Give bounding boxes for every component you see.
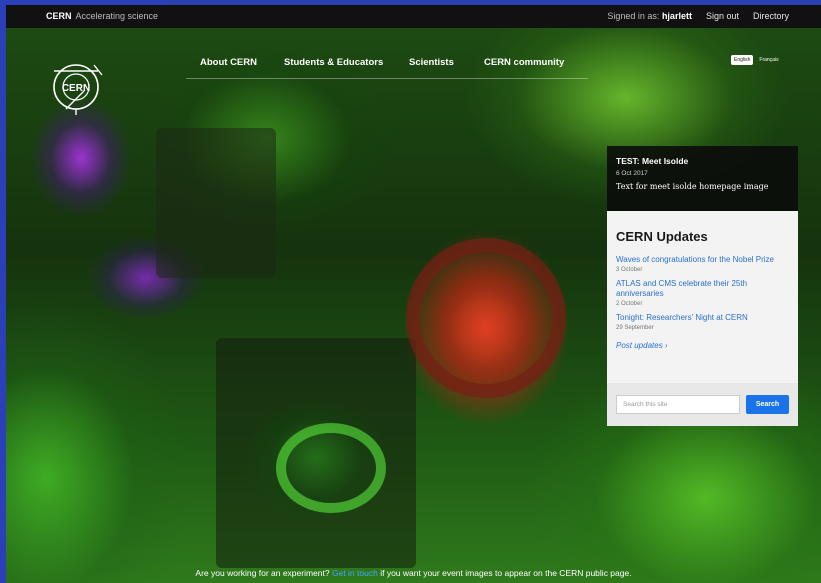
update-date: 2 October	[616, 301, 643, 307]
update-link[interactable]: ATLAS and CMS celebrate their 25th anniv…	[616, 279, 789, 299]
teaser-title[interactable]: TEST: Meet Isolde	[616, 156, 789, 166]
main-nav: About CERN Students & Educators Scientis…	[186, 57, 588, 79]
cern-logo-icon[interactable]: CERN	[46, 57, 108, 119]
updates-heading: CERN Updates	[616, 229, 708, 244]
signed-in-status: Signed in as: hjarlett	[607, 11, 692, 21]
update-link[interactable]: Tonight: Researchers' Night at CERN	[616, 313, 789, 323]
signed-in-label: Signed in as:	[607, 11, 660, 21]
hero-red-lens	[406, 238, 566, 398]
directory-link[interactable]: Directory	[753, 11, 789, 21]
search-input[interactable]: Search this site	[616, 395, 740, 414]
language-english[interactable]: English	[731, 55, 754, 65]
top-bar: CERN Accelerating science Signed in as: h…	[6, 5, 821, 28]
sign-out-link[interactable]: Sign out	[706, 11, 739, 21]
update-date: 29 September	[616, 325, 654, 331]
logo-text: CERN	[62, 83, 90, 94]
update-item: Waves of congratulations for the Nobel P…	[616, 255, 789, 273]
language-switcher: English Français	[731, 55, 779, 65]
update-link[interactable]: Waves of congratulations for the Nobel P…	[616, 255, 789, 265]
nav-about-cern[interactable]: About CERN	[200, 57, 257, 68]
brand-name[interactable]: CERN	[46, 11, 72, 21]
brand-tagline: Accelerating science	[75, 11, 159, 21]
user-menu: Signed in as: hjarlett Sign out Director…	[607, 11, 789, 21]
teaser-text: Text for meet isolde homepage image	[616, 182, 769, 191]
get-in-touch-link[interactable]: Get in touch	[332, 568, 378, 578]
update-item: Tonight: Researchers' Night at CERN 29 S…	[616, 313, 789, 331]
cern-homepage: CERN Accelerating science Signed in as: h…	[6, 5, 821, 583]
teaser-date: 6 Oct 2017	[616, 170, 648, 177]
footer-banner: Are you working for an experiment? Get i…	[6, 568, 821, 578]
footer-text-after: if you want your event images to appear …	[380, 568, 632, 578]
site-search: Search this site Search	[607, 383, 798, 426]
update-date: 3 October	[616, 267, 643, 273]
brand[interactable]: CERN Accelerating science	[46, 11, 158, 21]
hero-optics-block	[156, 128, 276, 278]
update-item: ATLAS and CMS celebrate their 25th anniv…	[616, 279, 789, 307]
language-french[interactable]: Français	[759, 57, 778, 63]
nav-cern-community[interactable]: CERN community	[484, 57, 564, 68]
nav-students-educators[interactable]: Students & Educators	[284, 57, 383, 68]
post-updates-link[interactable]: Post updates ›	[616, 341, 789, 350]
search-button[interactable]: Search	[746, 395, 789, 414]
featured-news-teaser[interactable]: TEST: Meet Isolde 6 Oct 2017 Text for me…	[607, 146, 798, 211]
hero-green-lens	[276, 423, 386, 513]
footer-text-before: Are you working for an experiment?	[195, 568, 330, 578]
cern-updates-panel: CERN Updates Waves of congratulations fo…	[607, 211, 798, 426]
nav-scientists[interactable]: Scientists	[409, 57, 454, 68]
signed-in-user[interactable]: hjarlett	[662, 11, 692, 21]
